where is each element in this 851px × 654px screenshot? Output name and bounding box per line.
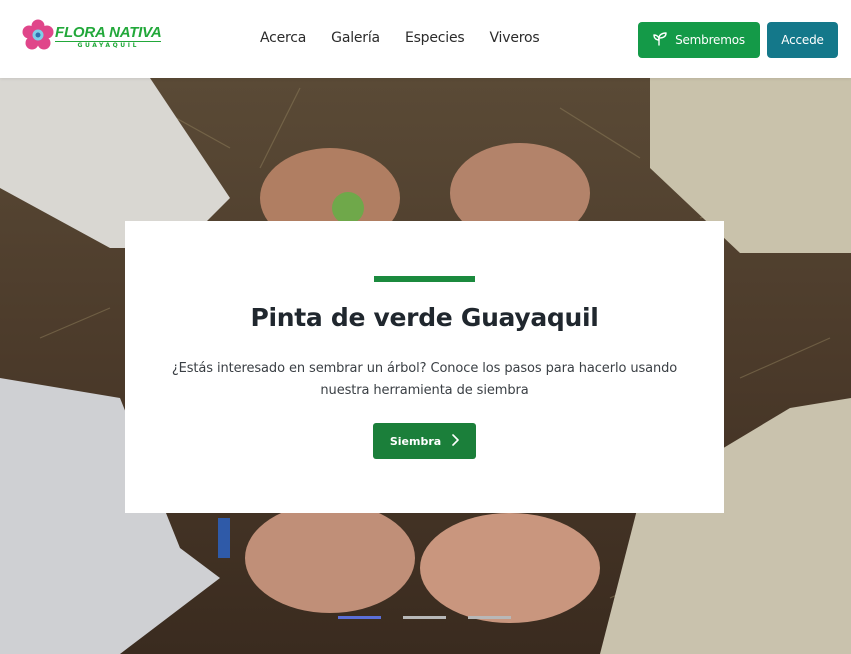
logo[interactable]: FLORA NATIVA GUAYAQUIL (22, 19, 162, 55)
brand-title: FLORA NATIVA (55, 23, 162, 42)
flower-icon (22, 19, 54, 55)
chevron-right-icon (451, 433, 459, 449)
hero-description: ¿Estás interesado en sembrar un árbol? C… (171, 361, 678, 398)
accent-bar (374, 276, 475, 282)
navbar: FLORA NATIVA GUAYAQUIL Acerca Galería Es… (0, 0, 851, 78)
nav-link-galeria[interactable]: Galería (331, 30, 380, 46)
nav-link-especies[interactable]: Especies (405, 30, 465, 46)
carousel-indicator-3[interactable] (468, 616, 511, 619)
hero-card: Pinta de verde Guayaquil ¿Estás interesa… (125, 221, 724, 513)
siembra-button[interactable]: Siembra (373, 423, 476, 459)
accede-label: Accede (781, 33, 824, 47)
hero-carousel: Pinta de verde Guayaquil ¿Estás interesa… (0, 78, 851, 654)
siembra-label: Siembra (389, 434, 442, 448)
accede-button[interactable]: Accede (767, 22, 838, 58)
hero-title: Pinta de verde Guayaquil (250, 303, 599, 332)
carousel-indicator-2[interactable] (403, 616, 446, 619)
sembremos-button[interactable]: Sembremos (638, 22, 760, 58)
sembremos-label: Sembremos (675, 33, 745, 47)
sprout-icon (653, 31, 667, 49)
carousel-indicator-1[interactable] (338, 616, 381, 619)
carousel-indicators (338, 616, 511, 619)
brand-subtitle: GUAYAQUIL (77, 41, 139, 49)
nav-link-viveros[interactable]: Viveros (489, 30, 539, 46)
main-nav: Acerca Galería Especies Viveros (260, 30, 564, 46)
nav-link-acerca[interactable]: Acerca (260, 30, 306, 46)
